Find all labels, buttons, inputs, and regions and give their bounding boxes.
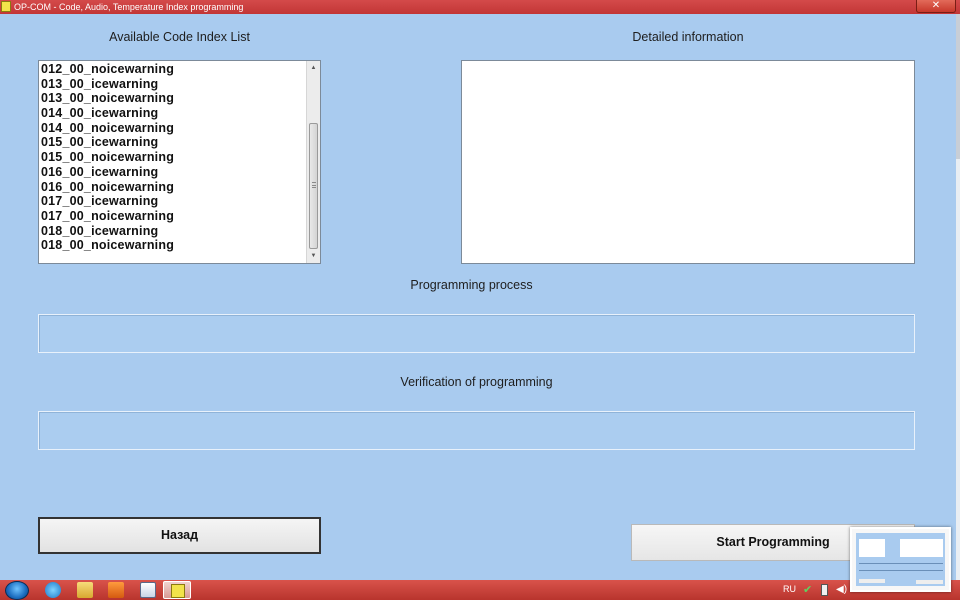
list-item[interactable]: 018_00_noicewarning	[41, 238, 306, 253]
language-indicator[interactable]: RU	[783, 584, 796, 594]
scroll-thumb[interactable]	[309, 123, 318, 249]
thumbnail-line	[859, 563, 943, 564]
op-com-taskbar-icon[interactable]	[163, 581, 191, 599]
back-button[interactable]: Назад	[38, 517, 321, 554]
list-item[interactable]: 017_00_noicewarning	[41, 209, 306, 224]
programming-process-label: Programming process	[410, 278, 533, 292]
right-edge-scrollbar[interactable]	[956, 14, 960, 580]
thumbnail-list	[859, 539, 885, 557]
list-item[interactable]: 013_00_noicewarning	[41, 91, 306, 106]
windows-start-icon[interactable]	[5, 581, 29, 600]
thumbnail-button	[916, 580, 943, 584]
media-player-icon[interactable]	[108, 582, 124, 598]
detailed-info-label: Detailed information	[632, 30, 744, 44]
scroll-up-icon[interactable]: ▲	[307, 61, 320, 75]
check-icon[interactable]: ✔	[803, 584, 813, 596]
window-thumbnail-preview[interactable]	[850, 527, 951, 592]
op-com-icon	[1, 1, 11, 12]
thumbnail-detail	[900, 539, 943, 557]
list-item[interactable]: 016_00_icewarning	[41, 165, 306, 180]
scroll-down-icon[interactable]: ▼	[307, 249, 320, 263]
code-index-items: 012_00_noicewarning 013_00_icewarning 013_…	[41, 62, 306, 253]
list-item[interactable]: 013_00_icewarning	[41, 77, 306, 92]
list-item[interactable]: 015_00_noicewarning	[41, 150, 306, 165]
volume-icon[interactable]: ◀)	[836, 584, 847, 596]
taskbar: RU ✔ ◀)	[0, 580, 960, 600]
list-item[interactable]: 016_00_noicewarning	[41, 180, 306, 195]
thumbnail-content	[856, 533, 945, 586]
list-item[interactable]: 017_00_icewarning	[41, 194, 306, 209]
grip-icon	[312, 182, 316, 188]
right-edge-scroll-thumb[interactable]	[956, 14, 960, 159]
window-titlebar: OP-COM - Code, Audio, Temperature Index …	[0, 0, 960, 14]
battery-icon[interactable]	[821, 584, 828, 596]
verification-progress-bar	[38, 411, 915, 450]
list-item[interactable]: 014_00_noicewarning	[41, 121, 306, 136]
thumbnail-button	[859, 579, 885, 583]
programming-progress-bar	[38, 314, 915, 353]
internet-explorer-icon[interactable]	[45, 582, 61, 598]
thumbnail-line	[859, 570, 943, 571]
close-button[interactable]: ✕	[916, 0, 956, 13]
list-item[interactable]: 015_00_icewarning	[41, 135, 306, 150]
close-icon: ✕	[931, 0, 941, 11]
verification-label: Verification of programming	[400, 375, 553, 389]
list-item[interactable]: 018_00_icewarning	[41, 224, 306, 239]
folder-icon[interactable]	[77, 582, 93, 598]
app-window-icon[interactable]	[140, 582, 156, 598]
list-item[interactable]: 014_00_icewarning	[41, 106, 306, 121]
code-list-label: Available Code Index List	[109, 30, 250, 44]
detailed-info-box[interactable]	[461, 60, 915, 264]
code-index-listbox[interactable]: 012_00_noicewarning 013_00_icewarning 013_…	[38, 60, 321, 264]
list-item[interactable]: 012_00_noicewarning	[41, 62, 306, 77]
listbox-scrollbar[interactable]: ▲ ▼	[306, 61, 320, 263]
window-title: OP-COM - Code, Audio, Temperature Index …	[14, 2, 244, 12]
